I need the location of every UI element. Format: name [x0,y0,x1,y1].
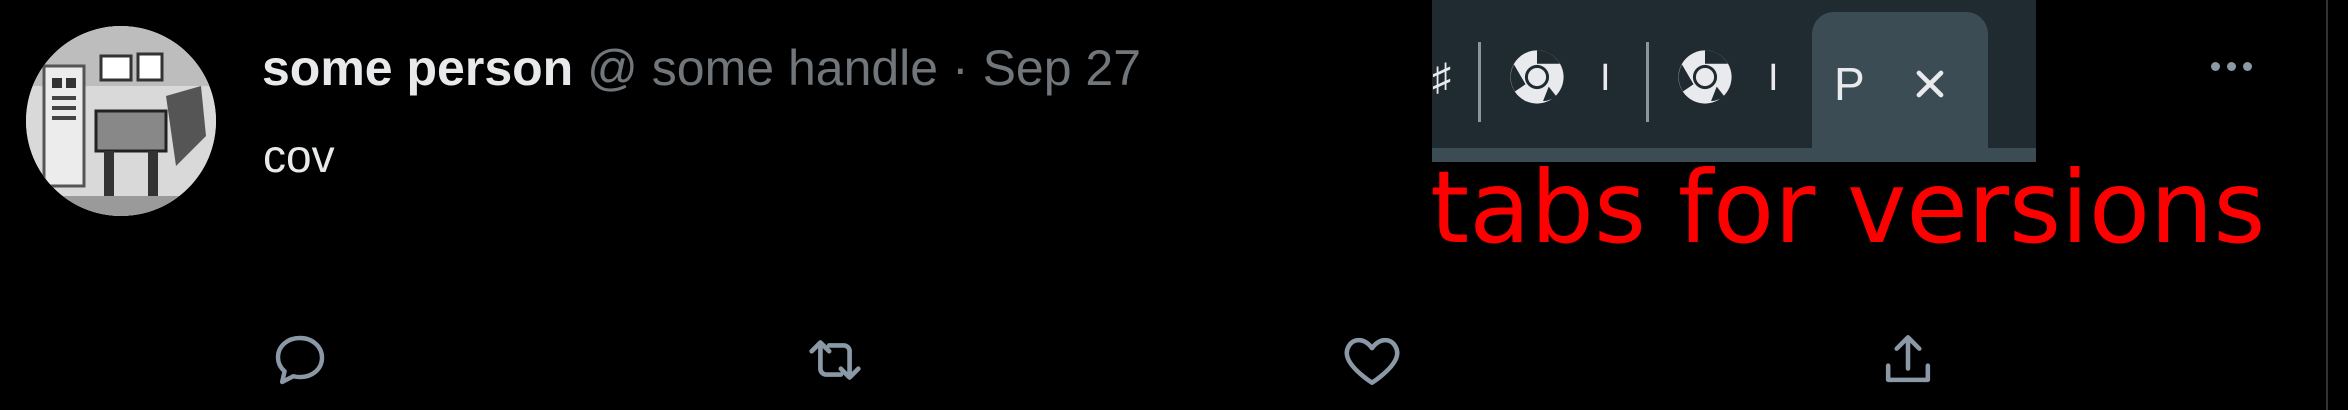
handle-prefix: @ [587,40,638,96]
like-icon [1344,337,1400,385]
reply-button[interactable] [260,320,340,400]
tweet-text: cov [263,130,335,182]
active-tab-title: P [1834,58,1865,110]
avatar-photo [26,26,216,216]
red-annotation-text: tabs for versions [1430,149,2266,266]
avatar[interactable] [26,26,216,216]
tab-separator [1478,42,1481,122]
tweet-actions [0,320,2300,400]
chrome-icon [1678,50,1732,104]
share-button[interactable] [1868,320,1948,400]
retweet-icon [809,340,861,380]
tab-title-fragment: I [1600,57,1611,99]
reply-icon [275,335,325,385]
author-name[interactable]: some person [262,40,573,96]
tab-separator [1646,42,1649,122]
active-tab: P [1812,12,1988,162]
tab-title-fragment: ♯ [1432,57,1451,99]
pasted-tabstrip-screenshot: ♯ I I P [1432,0,2036,162]
tweet-header: some person @ some handle · Sep 27 [262,38,1141,98]
share-icon [1885,335,1931,383]
tab-title-fragment: I [1768,57,1779,99]
like-button[interactable] [1332,320,1412,400]
close-icon [1916,70,1944,98]
timeline-divider [2326,0,2328,410]
more-horizontal-icon[interactable] [2196,46,2266,86]
chrome-icon [1510,50,1564,104]
retweet-button[interactable] [795,320,875,400]
tweet-timestamp[interactable]: Sep 27 [983,40,1141,96]
header-separator: · [952,40,969,96]
author-handle[interactable]: some handle [652,40,938,96]
